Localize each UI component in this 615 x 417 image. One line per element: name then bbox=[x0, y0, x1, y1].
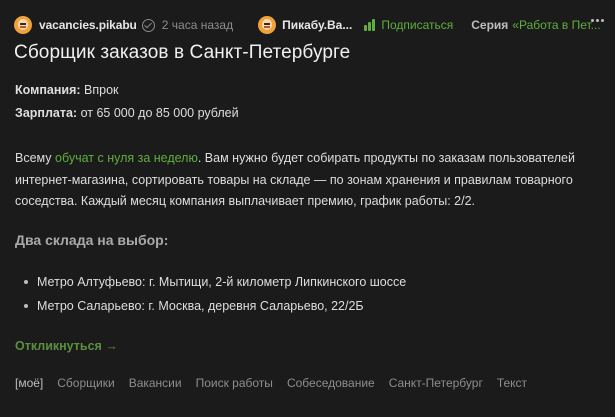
salary-value: от 65 000 до 85 000 рублей bbox=[77, 106, 239, 120]
list-item: Метро Алтуфьево: г. Мытищи, 2-й километр… bbox=[24, 270, 406, 294]
description-paragraph: Всему обучат с нуля за неделю. Вам нужно… bbox=[15, 148, 600, 213]
warehouse-list: Метро Алтуфьево: г. Мытищи, 2-й километр… bbox=[24, 270, 406, 318]
tag-item[interactable]: Санкт-Петербург bbox=[389, 376, 483, 390]
post-title[interactable]: Сборщик заказов в Санкт-Петербурге bbox=[14, 42, 350, 64]
company-line: Компания: Впрок bbox=[15, 83, 119, 97]
tag-item[interactable]: Сборщики bbox=[57, 376, 114, 390]
post-card: vacancies.pikabu 2 часа назад Пикабу.Ва.… bbox=[0, 0, 615, 417]
training-link[interactable]: обучат с нуля за неделю bbox=[55, 151, 198, 165]
tag-item[interactable]: Текст bbox=[497, 376, 527, 390]
verified-icon bbox=[141, 18, 155, 32]
subscribe-icon bbox=[364, 19, 376, 31]
post-time[interactable]: 2 часа назад bbox=[162, 18, 233, 32]
warehouses-heading: Два склада на выбор: bbox=[15, 232, 169, 248]
series-info: Серия «Работа в Пет... bbox=[471, 18, 600, 32]
bullet-icon bbox=[24, 280, 28, 284]
post-header: vacancies.pikabu 2 часа назад Пикабу.Ва.… bbox=[14, 14, 604, 36]
list-item-text: Метро Алтуфьево: г. Мытищи, 2-й километр… bbox=[37, 275, 407, 289]
author-name[interactable]: vacancies.pikabu bbox=[39, 18, 137, 32]
salary-line: Зарплата: от 65 000 до 85 000 рублей bbox=[15, 106, 239, 120]
series-link[interactable]: «Работа в Пет... bbox=[512, 18, 600, 32]
more-icon[interactable] bbox=[591, 19, 604, 22]
tag-item[interactable]: Поиск работы bbox=[196, 376, 273, 390]
list-item-text: Метро Саларьево: г. Москва, деревня Сала… bbox=[37, 299, 364, 313]
community-avatar[interactable] bbox=[258, 16, 277, 34]
bullet-icon bbox=[24, 304, 28, 308]
company-label: Компания: bbox=[15, 83, 81, 97]
tag-list: [моё] Сборщики Вакансии Поиск работы Соб… bbox=[15, 376, 541, 390]
company-value: Впрок bbox=[80, 83, 119, 97]
tag-item[interactable]: Собеседование bbox=[287, 376, 375, 390]
respond-link[interactable]: Откликнуться → bbox=[15, 339, 118, 353]
list-item: Метро Саларьево: г. Москва, деревня Сала… bbox=[24, 294, 406, 318]
subscribe-label: Подписаться bbox=[381, 18, 454, 32]
paragraph-prefix: Всему bbox=[15, 151, 55, 165]
subscribe-button[interactable]: Подписаться bbox=[364, 18, 453, 32]
tag-item[interactable]: [моё] bbox=[15, 376, 43, 390]
community-name[interactable]: Пикабу.Ва... bbox=[282, 18, 352, 32]
author-avatar[interactable] bbox=[14, 16, 32, 34]
salary-label: Зарплата: bbox=[15, 106, 78, 120]
tag-item[interactable]: Вакансии bbox=[129, 376, 182, 390]
series-label: Серия bbox=[471, 18, 509, 32]
